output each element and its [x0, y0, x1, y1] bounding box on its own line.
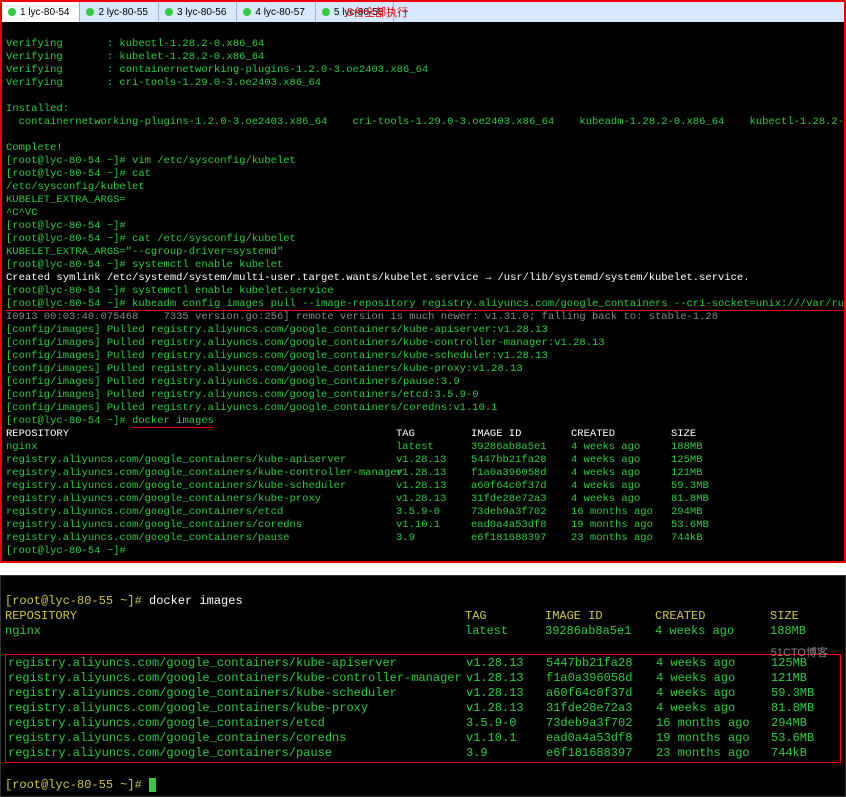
- status-dot-icon: [243, 8, 251, 16]
- terminal-pane-2[interactable]: [root@lyc-80-55 ~]# docker images REPOSI…: [0, 575, 846, 797]
- shell-prompt: [root@lyc-80-55 ~]#: [5, 594, 149, 608]
- tab-bar: 1 lyc-80-54 2 lyc-80-55 3 lyc-80-56 4 ly…: [2, 2, 844, 22]
- watermark: 51CTO博客: [771, 644, 828, 660]
- annotation-label: 5台全部执行: [347, 4, 408, 20]
- status-dot-icon: [165, 8, 173, 16]
- terminal-pane-1[interactable]: Verifying : kubectl-1.28.2-0.x86_64 Veri…: [2, 22, 844, 561]
- tab-host-4[interactable]: 4 lyc-80-57: [237, 2, 315, 22]
- status-dot-icon: [86, 8, 94, 16]
- status-dot-icon: [322, 8, 330, 16]
- highlighted-images: registry.aliyuncs.com/google_containers/…: [5, 654, 841, 763]
- status-dot-icon: [8, 8, 16, 16]
- image-table-1: nginxlatest39286ab8a5e14 weeks ago188MBr…: [6, 441, 840, 545]
- tab-host-2[interactable]: 2 lyc-80-55: [80, 2, 158, 22]
- tab-host-3[interactable]: 3 lyc-80-56: [159, 2, 237, 22]
- tab-host-1[interactable]: 1 lyc-80-54: [2, 2, 80, 22]
